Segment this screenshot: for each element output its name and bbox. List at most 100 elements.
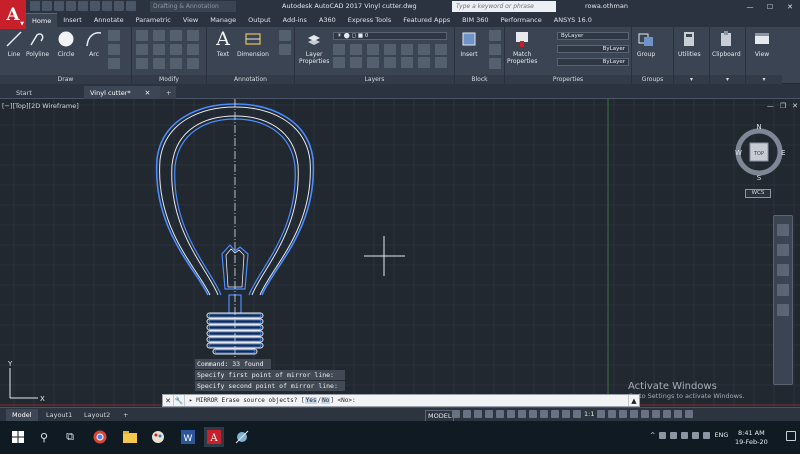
lineweight-dropdown[interactable]: ByLayer: [557, 58, 629, 66]
action-center-icon[interactable]: [786, 431, 796, 441]
arc-button[interactable]: Arc: [84, 29, 104, 58]
add-layout-button[interactable]: +: [117, 409, 134, 421]
tray-battery-icon[interactable]: [681, 431, 689, 439]
units-icon[interactable]: [619, 410, 628, 418]
autocad-taskbar-icon[interactable]: A: [204, 427, 224, 447]
quick-properties-icon[interactable]: [630, 410, 639, 418]
annotation-visibility-icon[interactable]: [562, 410, 570, 418]
new-file-icon[interactable]: [30, 1, 40, 11]
close-tab-icon[interactable]: ✕: [145, 89, 150, 97]
language-indicator[interactable]: ENG: [714, 431, 728, 439]
undo-icon[interactable]: [102, 1, 112, 11]
viewcube[interactable]: TOP N S W E: [733, 122, 793, 184]
maximize-icon[interactable]: ☐: [760, 0, 780, 13]
layout-tab-layout1[interactable]: Layout1: [40, 409, 78, 421]
wcs-menu[interactable]: WCS: [745, 189, 771, 198]
file-explorer-icon[interactable]: [120, 427, 140, 447]
compass-east[interactable]: E: [781, 149, 785, 157]
layer-tool-13-icon[interactable]: [418, 57, 430, 68]
snap-icon[interactable]: [463, 410, 471, 418]
new-tab-button[interactable]: +: [160, 86, 176, 99]
orbit-icon[interactable]: [777, 284, 789, 296]
grid-icon[interactable]: [452, 410, 460, 418]
tab-vinyl-cutter[interactable]: Vinyl cutter* ✕: [84, 86, 160, 99]
annotation-monitor-icon[interactable]: [608, 410, 617, 418]
viewcube-top-face[interactable]: TOP: [753, 151, 764, 157]
workspace-dropdown[interactable]: Drafting & Annotation: [150, 1, 236, 12]
stretch-icon[interactable]: [136, 58, 148, 69]
minimize-icon[interactable]: —: [740, 0, 760, 13]
layer-tool-9-icon[interactable]: [350, 57, 362, 68]
lock-ui-icon[interactable]: [641, 410, 650, 418]
view-button[interactable]: View: [752, 29, 772, 58]
utilities-button[interactable]: Utilities: [678, 29, 701, 58]
rectangle-icon[interactable]: [108, 30, 120, 41]
layer-properties-button[interactable]: Layer Properties: [299, 29, 329, 65]
group-button[interactable]: Group: [636, 29, 656, 58]
layer-tool-8-icon[interactable]: [333, 57, 345, 68]
tab-output[interactable]: Output: [242, 13, 277, 27]
move-icon[interactable]: [136, 30, 148, 41]
scale-icon[interactable]: [153, 58, 165, 69]
layer-tool-5-icon[interactable]: [401, 44, 413, 55]
compass-west[interactable]: W: [735, 149, 742, 157]
ortho-icon[interactable]: [474, 410, 482, 418]
tray-app-icon[interactable]: [659, 431, 667, 439]
rotate-icon[interactable]: [153, 30, 165, 41]
tab-home[interactable]: Home: [26, 13, 58, 27]
command-input[interactable]: ▸ MIRROR Erase source objects? [Yes/No] …: [185, 397, 628, 404]
line-button[interactable]: Line: [4, 29, 24, 58]
tab-start[interactable]: Start: [10, 86, 80, 99]
tab-annotate[interactable]: Annotate: [88, 13, 130, 27]
table-icon[interactable]: [279, 44, 291, 55]
paint-icon[interactable]: [148, 427, 168, 447]
layer-tool-1-icon[interactable]: [333, 44, 345, 55]
plot-icon[interactable]: [90, 1, 100, 11]
hatch-icon[interactable]: [108, 44, 120, 55]
array-icon[interactable]: [170, 58, 182, 69]
mirror-icon[interactable]: [153, 44, 165, 55]
insert-button[interactable]: Insert: [459, 29, 479, 58]
user-account[interactable]: rowa.othman: [585, 2, 628, 10]
annotation-scale[interactable]: 1:1: [584, 410, 594, 418]
pan-icon[interactable]: [777, 244, 789, 256]
command-history-toggle-icon[interactable]: ▲: [628, 395, 639, 406]
option-yes[interactable]: Yes: [304, 397, 318, 404]
layer-tool-4-icon[interactable]: [384, 44, 396, 55]
save-icon[interactable]: [54, 1, 64, 11]
gradient-icon[interactable]: [108, 58, 120, 69]
tab-featured-apps[interactable]: Featured Apps: [397, 13, 456, 27]
web-mobile-icon[interactable]: [78, 1, 88, 11]
offset-icon[interactable]: [187, 58, 199, 69]
explode-icon[interactable]: [187, 44, 199, 55]
transparency-icon[interactable]: [540, 410, 548, 418]
tab-parametric[interactable]: Parametric: [130, 13, 177, 27]
chrome-icon[interactable]: [90, 427, 110, 447]
steering-wheel-icon[interactable]: [777, 224, 789, 236]
windows-start-icon[interactable]: [8, 427, 28, 447]
auto-scale-icon[interactable]: [573, 410, 581, 418]
layer-tool-14-icon[interactable]: [435, 57, 447, 68]
application-menu-button[interactable]: A ▼: [0, 0, 26, 29]
attribute-icon[interactable]: [489, 58, 501, 69]
lineweight-icon[interactable]: [529, 410, 537, 418]
system-clock[interactable]: 8:41 AM 19-Feb-20: [735, 429, 768, 447]
layer-tool-11-icon[interactable]: [384, 57, 396, 68]
tab-view[interactable]: View: [177, 13, 204, 27]
isodraft-icon[interactable]: [496, 410, 504, 418]
leader-icon[interactable]: [279, 30, 291, 41]
tab-express-tools[interactable]: Express Tools: [342, 13, 397, 27]
search-input[interactable]: Type a keyword or phrase: [452, 1, 556, 12]
layer-tool-12-icon[interactable]: [401, 57, 413, 68]
tab-a360[interactable]: A360: [313, 13, 342, 27]
close-command-line-icon[interactable]: ✕: [163, 395, 174, 406]
tray-network-icon[interactable]: [670, 431, 678, 439]
clean-screen-icon[interactable]: [674, 410, 683, 418]
viewport-minimize-icon[interactable]: —: [767, 102, 774, 110]
zoom-icon[interactable]: [777, 264, 789, 276]
selection-cycling-icon[interactable]: [551, 410, 559, 418]
option-no[interactable]: No: [321, 397, 331, 404]
search-icon[interactable]: ⚲: [34, 427, 54, 447]
circle-button[interactable]: Circle: [56, 29, 76, 58]
text-button[interactable]: A Text: [213, 28, 233, 58]
